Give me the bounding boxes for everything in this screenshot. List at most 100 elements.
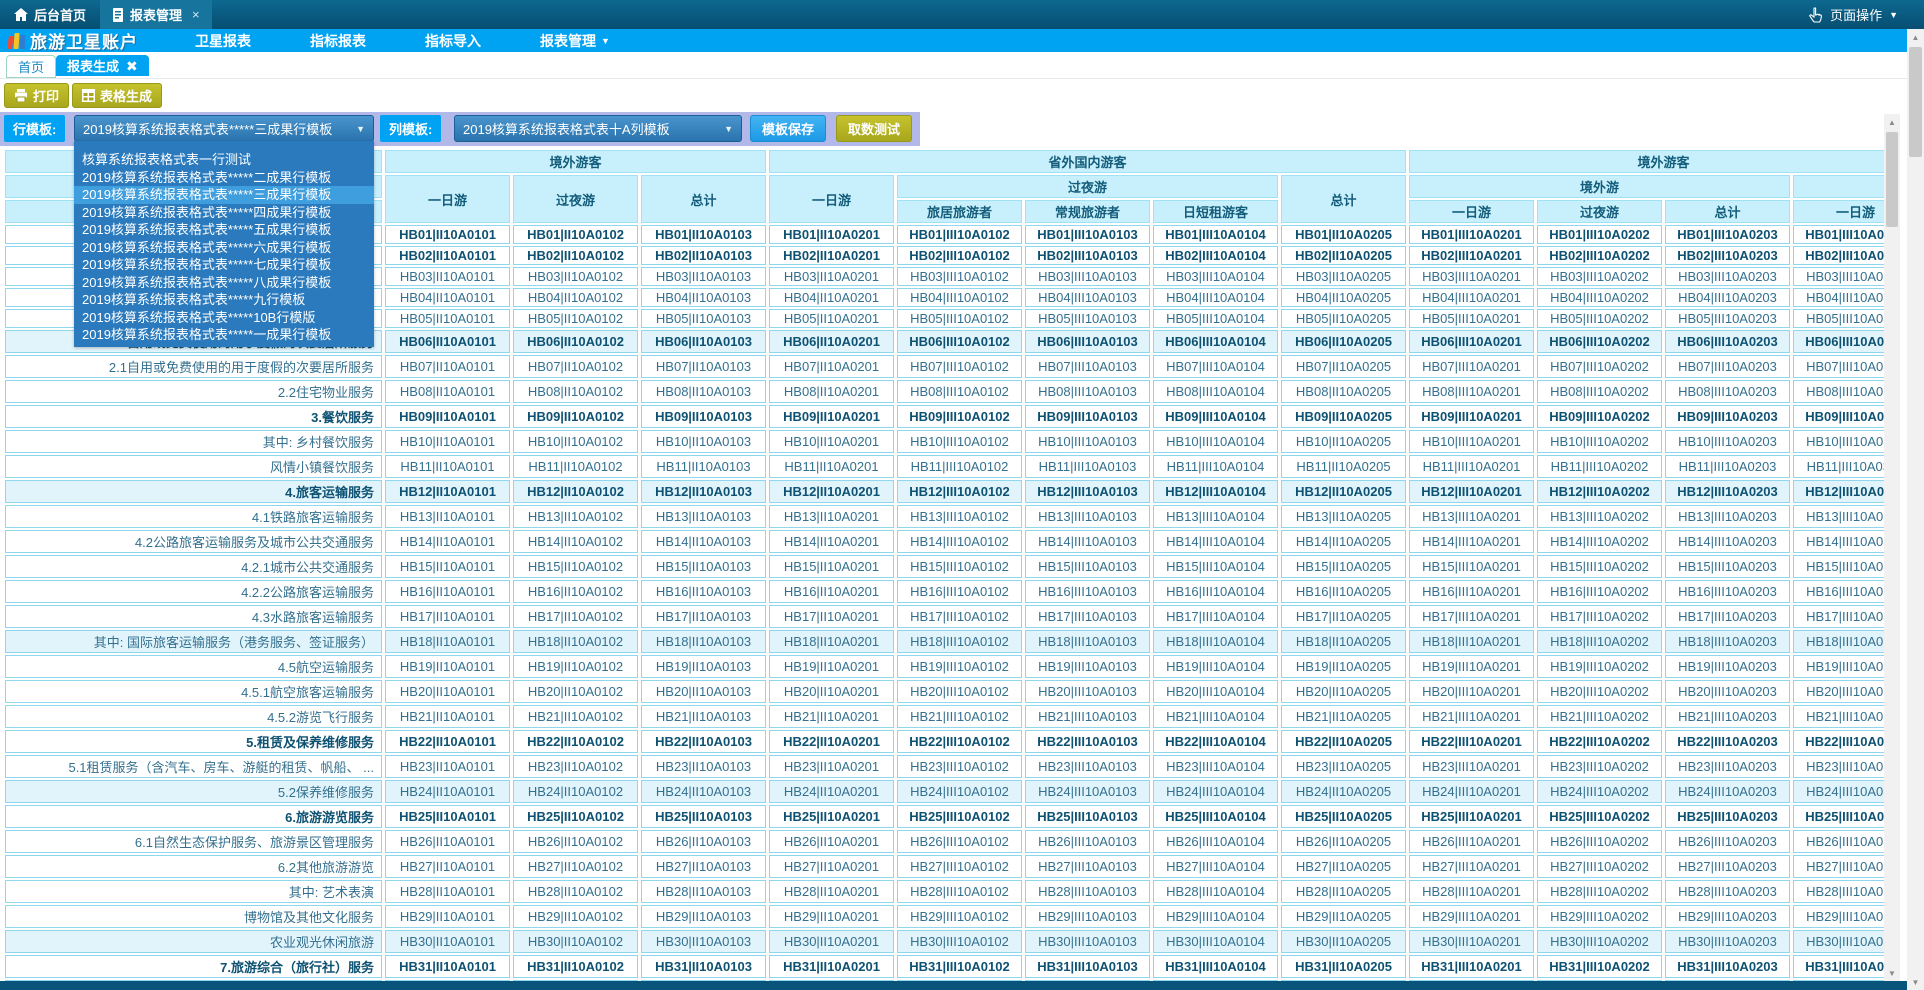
nav-item-satellite-reports[interactable]: 卫星报表 <box>183 31 263 51</box>
code-cell: HB11|III10A0102 <box>897 455 1022 478</box>
code-cell: HB21|III10A0103 <box>1025 705 1150 728</box>
dropdown-item[interactable]: 核算系统报表格式表一行测试 <box>74 151 374 169</box>
code-cell: HB18|II10A0102 <box>513 630 638 653</box>
backend-home-button[interactable]: 后台首页 <box>0 0 100 29</box>
scrollbar-thumb[interactable] <box>1886 132 1898 227</box>
code-cell: HB17|III10A0104 <box>1153 605 1278 628</box>
fetch-test-button[interactable]: 取数测试 <box>836 115 912 142</box>
code-cell: HB26|II10A0102 <box>513 830 638 853</box>
code-cell: HB20|II10A0102 <box>513 680 638 703</box>
dropdown-item[interactable]: 2019核算系统报表格式表*****四成果行模板 <box>74 204 374 222</box>
code-cell: HB08|II10A0103 <box>641 380 766 403</box>
save-template-button[interactable]: 模板保存 <box>750 115 826 142</box>
code-cell: HB18|III10A0304 <box>1793 630 1884 653</box>
page-scrollbar[interactable]: ▲ ▼ <box>1907 29 1924 990</box>
code-cell: HB16|III10A0104 <box>1153 580 1278 603</box>
scroll-down-icon[interactable]: ▼ <box>1907 974 1924 990</box>
chrome-tab-close-icon[interactable]: × <box>192 7 200 22</box>
code-cell: HB12|II10A0205 <box>1281 480 1406 503</box>
table-row: 其中: 国际旅客运输服务（港务服务、签证服务）HB18|II10A0101HB1… <box>5 630 1884 653</box>
code-cell: HB19|II10A0102 <box>513 655 638 678</box>
code-cell: HB12|III10A0102 <box>897 480 1022 503</box>
code-cell: HB25|III10A0202 <box>1537 805 1662 828</box>
code-cell: HB19|II10A0205 <box>1281 655 1406 678</box>
scroll-down-icon[interactable]: ▼ <box>1884 965 1900 981</box>
code-cell: HB22|III10A0201 <box>1409 730 1534 753</box>
close-icon[interactable]: ✖ <box>126 59 138 73</box>
code-cell: HB31|II10A0101 <box>385 955 510 978</box>
code-cell: HB23|III10A0203 <box>1665 755 1790 778</box>
nav-item-indicator-import[interactable]: 指标导入 <box>413 31 493 51</box>
code-cell: HB13|III10A0104 <box>1153 505 1278 528</box>
code-cell: HB22|II10A0205 <box>1281 730 1406 753</box>
code-cell: HB06|III10A0203 <box>1665 330 1790 353</box>
code-cell: HB19|III10A0104 <box>1153 655 1278 678</box>
code-cell: HB20|III10A0104 <box>1153 680 1278 703</box>
code-cell: HB29|II10A0102 <box>513 905 638 928</box>
dropdown-item[interactable]: 2019核算系统报表格式表*****八成果行模板 <box>74 274 374 292</box>
dropdown-item[interactable]: 2019核算系统报表格式表*****七成果行模板 <box>74 256 374 274</box>
code-cell: HB18|II10A0201 <box>769 630 894 653</box>
code-cell: HB30|II10A0101 <box>385 930 510 953</box>
table-row: 4.2公路旅客运输服务及城市公共交通服务HB14|II10A0101HB14|I… <box>5 530 1884 553</box>
row-label: 2.2住宅物业服务 <box>5 380 382 403</box>
brand: 旅游卫星账户 <box>0 28 168 53</box>
code-cell: HB11|III10A0203 <box>1665 455 1790 478</box>
code-cell: HB25|III10A0203 <box>1665 805 1790 828</box>
dropdown-item[interactable]: 2019核算系统报表格式表*****五成果行模板 <box>74 221 374 239</box>
dropdown-item[interactable]: 2019核算系统报表格式表*****一成果行模板 <box>74 326 374 344</box>
code-cell: HB07|III10A0103 <box>1025 355 1150 378</box>
row-template-select[interactable]: 2019核算系统报表格式表*****三成果行模板 ▼ <box>74 115 374 142</box>
scroll-up-icon[interactable]: ▲ <box>1884 114 1900 130</box>
scroll-up-icon[interactable]: ▲ <box>1907 29 1924 45</box>
code-cell: HB03|II10A0103 <box>641 267 766 286</box>
code-cell: HB22|III10A0104 <box>1153 730 1278 753</box>
table-row: 4.2.1城市公共交通服务HB15|II10A0101HB15|II10A010… <box>5 555 1884 578</box>
tab-home[interactable]: 首页 <box>6 55 56 78</box>
code-cell: HB22|III10A0102 <box>897 730 1022 753</box>
nav-item-indicator-reports[interactable]: 指标报表 <box>298 31 378 51</box>
nav-item-report-management[interactable]: 报表管理▼ <box>528 31 622 51</box>
code-cell: HB17|II10A0103 <box>641 605 766 628</box>
code-cell: HB07|III10A0201 <box>1409 355 1534 378</box>
table-scrollbar[interactable]: ▲ ▼ <box>1884 114 1900 981</box>
code-cell: HB03|II10A0101 <box>385 267 510 286</box>
code-cell: HB24|II10A0102 <box>513 780 638 803</box>
code-cell: HB18|II10A0103 <box>641 630 766 653</box>
code-cell: HB29|III10A0201 <box>1409 905 1534 928</box>
code-cell: HB18|III10A0201 <box>1409 630 1534 653</box>
dropdown-item[interactable]: 2019核算系统报表格式表*****10B行模版 <box>74 309 374 327</box>
code-cell: HB29|II10A0205 <box>1281 905 1406 928</box>
code-cell: HB10|III10A0201 <box>1409 430 1534 453</box>
code-cell: HB02|II10A0101 <box>385 246 510 265</box>
table-row: 5.租赁及保养维修服务HB22|II10A0101HB22|II10A0102H… <box>5 730 1884 753</box>
print-button[interactable]: 打印 <box>4 83 69 108</box>
backend-home-label: 后台首页 <box>34 5 86 24</box>
code-cell: HB06|II10A0102 <box>513 330 638 353</box>
dropdown-item[interactable]: 2019核算系统报表格式表*****九行模板 <box>74 291 374 309</box>
dropdown-item[interactable]: 2019核算系统报表格式表*****三成果行模板 <box>74 186 374 204</box>
code-cell: HB02|III10A0202 <box>1537 246 1662 265</box>
code-cell: HB14|II10A0201 <box>769 530 894 553</box>
main-nav: 旅游卫星账户 卫星报表 指标报表 指标导入 报表管理▼ <box>0 29 1924 52</box>
chrome-tab-report-management[interactable]: 报表管理 × <box>100 0 212 29</box>
code-cell: HB30|II10A0201 <box>769 930 894 953</box>
col-template-select[interactable]: 2019核算系统报表格式表十A列模板 ▼ <box>454 115 742 142</box>
code-cell: HB21|II10A0103 <box>641 705 766 728</box>
generate-table-button[interactable]: 表格生成 <box>72 83 162 108</box>
tab-report-generation[interactable]: 报表生成 ✖ <box>56 55 149 76</box>
dropdown-item[interactable]: 2019核算系统报表格式表*****六成果行模板 <box>74 239 374 257</box>
code-cell: HB23|II10A0205 <box>1281 755 1406 778</box>
code-cell: HB30|III10A0104 <box>1153 930 1278 953</box>
row-label: 6.1自然生态保护服务、旅游景区管理服务 <box>5 830 382 853</box>
row-label: 5.租赁及保养维修服务 <box>5 730 382 753</box>
page-operations-menu[interactable]: 页面操作 ▼ <box>1808 5 1924 24</box>
dropdown-item[interactable]: 2019核算系统报表格式表*****二成果行模板 <box>74 169 374 187</box>
scrollbar-thumb[interactable] <box>1909 47 1922 157</box>
code-cell: HB04|II10A0201 <box>769 288 894 307</box>
code-cell: HB06|III10A0103 <box>1025 330 1150 353</box>
code-cell: HB03|III10A0201 <box>1409 267 1534 286</box>
chrome-tab-label: 报表管理 <box>130 5 182 24</box>
code-cell: HB11|II10A0102 <box>513 455 638 478</box>
code-cell: HB16|III10A0202 <box>1537 580 1662 603</box>
